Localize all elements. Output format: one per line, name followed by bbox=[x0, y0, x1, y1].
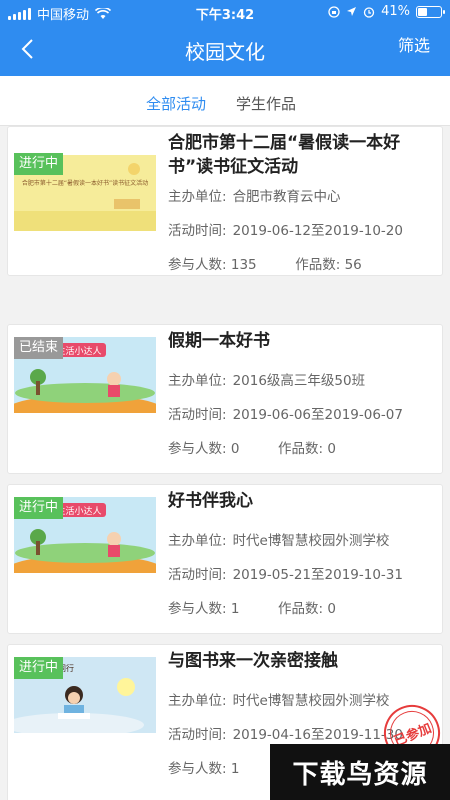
participants-value: 0 bbox=[230, 441, 240, 457]
works-label: 作品数: bbox=[278, 441, 324, 457]
participants-label: 参与人数: bbox=[168, 441, 227, 457]
thumbnail-caption: 生活小达人 bbox=[56, 505, 101, 517]
activity-title: 好书伴我心 bbox=[168, 491, 253, 511]
participants-value: 1 bbox=[230, 601, 240, 617]
organizer-value: 合肥市教育云中心 bbox=[232, 189, 341, 205]
count-row: 参与人数: 1 bbox=[168, 757, 239, 777]
time-row: 活动时间: 2019-05-21至2019-10-31 bbox=[168, 563, 403, 583]
participants-label: 参与人数: bbox=[168, 601, 227, 617]
activity-title: 合肥市第十二届“暑假读一本好书”读书征文活动 bbox=[168, 133, 401, 177]
time-row: 活动时间: 2019-06-06至2019-06-07 bbox=[168, 403, 403, 423]
time-label: 活动时间: bbox=[168, 567, 227, 583]
works-value: 0 bbox=[327, 601, 336, 617]
participants-label: 参与人数: bbox=[168, 257, 227, 273]
battery-percent: 41% bbox=[381, 4, 410, 19]
status-badge: 进行中 bbox=[14, 153, 64, 175]
status-bar: 中国移动 下午3:42 41% bbox=[0, 0, 450, 24]
status-right: 41% bbox=[328, 4, 445, 19]
organizer-label: 主办单位: bbox=[168, 693, 227, 709]
organizer-row: 主办单位: 时代e博智慧校园外测学校 bbox=[168, 529, 389, 549]
activity-card[interactable]: 进行中 生活小达人 好书伴我心 主办单位: 时代e博智慧校园外测学校 活动时间: 2… bbox=[7, 484, 443, 634]
organizer-label: 主办单位: bbox=[168, 533, 227, 549]
organizer-row: 主办单位: 2016级高三年级50班 bbox=[168, 369, 365, 389]
count-row: 参与人数: 135 作品数: 56 bbox=[168, 253, 362, 273]
time-label: 活动时间: bbox=[168, 407, 227, 423]
time-row: 活动时间: 2019-06-12至2019-10-20 bbox=[168, 219, 403, 239]
tab-all-activities[interactable]: 全部活动 bbox=[146, 93, 206, 114]
organizer-row: 主办单位: 时代e博智慧校园外测学校 bbox=[168, 689, 389, 709]
nav-bar: 校园文化 筛选 bbox=[0, 24, 450, 76]
works-value: 56 bbox=[344, 257, 362, 273]
status-badge: 已结束 bbox=[14, 337, 64, 359]
page-title: 校园文化 bbox=[185, 40, 265, 64]
thumbnail-caption: 合肥市第十二届“暑假读一本好书”读书征文活动 bbox=[22, 179, 148, 187]
works-value: 0 bbox=[327, 441, 336, 457]
organizer-value: 时代e博智慧校园外测学校 bbox=[232, 693, 390, 709]
time-value: 2019-04-16至2019-11-30 bbox=[232, 727, 403, 743]
status-badge: 进行中 bbox=[14, 497, 64, 519]
organizer-value: 2016级高三年级50班 bbox=[232, 373, 366, 389]
orientation-lock-icon bbox=[328, 5, 340, 18]
participants-label: 参与人数: bbox=[168, 761, 227, 777]
battery-icon bbox=[416, 5, 445, 18]
activity-card[interactable]: 已结束 生活小达人 假期一本好书 主办单位: 2016级高三年级50班 活动时间:… bbox=[7, 324, 443, 474]
filter-button[interactable]: 筛选 bbox=[398, 32, 430, 56]
count-row: 参与人数: 0 作品数: 0 bbox=[168, 437, 336, 457]
participants-value: 1 bbox=[230, 761, 240, 777]
activity-title: 假期一本好书 bbox=[168, 331, 270, 351]
battery-fill bbox=[418, 7, 427, 16]
time-label: 活动时间: bbox=[168, 727, 227, 743]
location-icon bbox=[347, 7, 357, 16]
count-row: 参与人数: 1 作品数: 0 bbox=[168, 597, 336, 617]
watermark-logo: 下载鸟资源 bbox=[270, 744, 450, 800]
time-label: 活动时间: bbox=[168, 223, 227, 239]
organizer-value: 时代e博智慧校园外测学校 bbox=[232, 533, 390, 549]
status-badge: 进行中 bbox=[14, 657, 64, 679]
time-value: 2019-06-06至2019-06-07 bbox=[232, 407, 403, 423]
thumbnail-caption: 生活小达人 bbox=[56, 345, 101, 357]
time-value: 2019-06-12至2019-10-20 bbox=[232, 223, 403, 239]
works-label: 作品数: bbox=[278, 601, 324, 617]
works-label: 作品数: bbox=[295, 257, 341, 273]
organizer-row: 主办单位: 合肥市教育云中心 bbox=[168, 185, 341, 205]
organizer-label: 主办单位: bbox=[168, 373, 227, 389]
tab-student-works[interactable]: 学生作品 bbox=[236, 93, 296, 114]
time-value: 2019-05-21至2019-10-31 bbox=[232, 567, 403, 583]
activity-card[interactable]: 进行中 合肥市第十二届“暑假读一本好书”读书征文活动 合肥市第十二届“暑假读一本… bbox=[7, 126, 443, 276]
organizer-label: 主办单位: bbox=[168, 189, 227, 205]
alarm-icon bbox=[363, 6, 375, 18]
tab-bar: 全部活动 学生作品 bbox=[0, 76, 450, 126]
activity-title: 与图书来一次亲密接触 bbox=[168, 651, 338, 671]
participants-value: 135 bbox=[230, 257, 257, 273]
time-row: 活动时间: 2019-04-16至2019-11-30 bbox=[168, 723, 403, 743]
